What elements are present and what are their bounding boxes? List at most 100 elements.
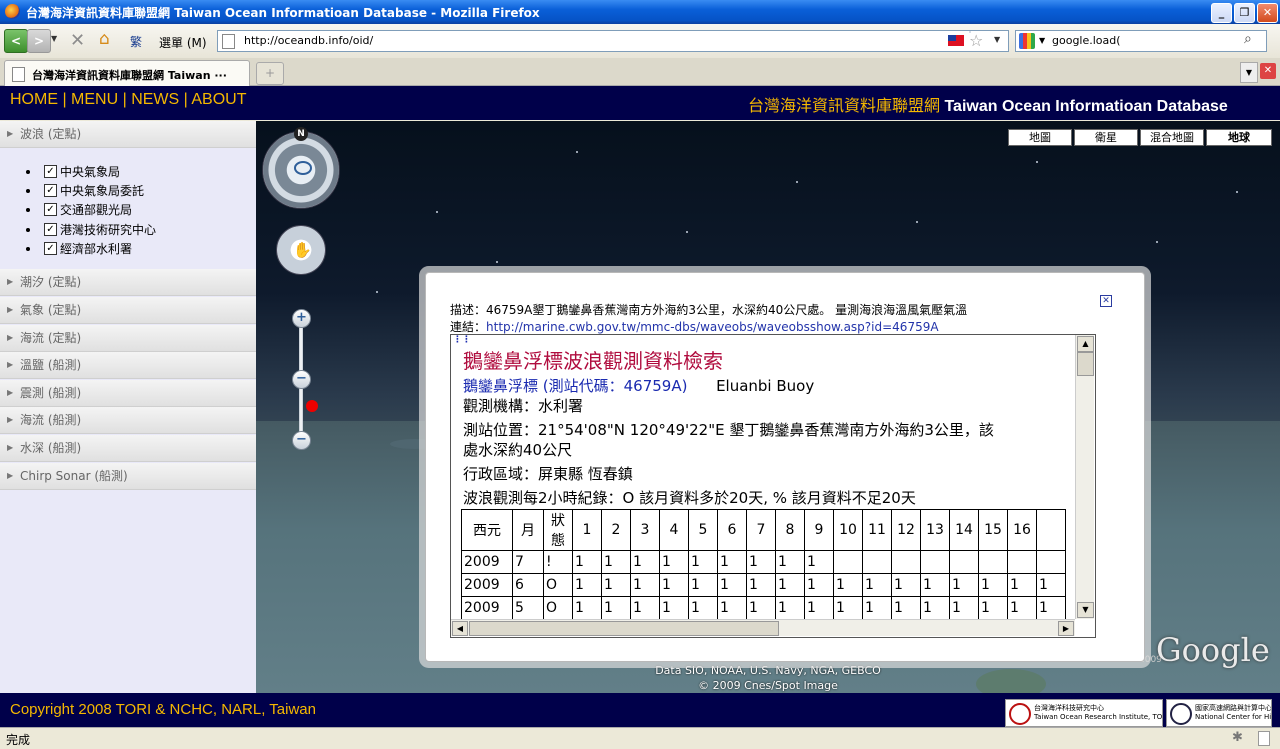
search-icon[interactable]: ⌕ — [1244, 31, 1252, 47]
checkbox[interactable]: ✓ — [44, 223, 57, 236]
nav-separator: | — [118, 91, 132, 108]
tab-oceandb[interactable]: 台灣海洋資訊資料庫聯盟網 Taiwan ··· — [4, 60, 250, 86]
table-cell: 1 — [630, 596, 660, 619]
eye-icon[interactable] — [294, 161, 312, 175]
sidebar-section-tide[interactable]: ▶ 潮汐 (定點) — [0, 269, 256, 296]
scroll-thumb[interactable] — [1077, 352, 1094, 376]
hand-icon[interactable]: ✋ — [293, 241, 312, 259]
credits-line: © 2009 Cnes/Spot Image — [698, 679, 838, 692]
table-header-cell: 2 — [601, 509, 631, 551]
bookmark-star-icon[interactable]: ☆ — [969, 31, 983, 50]
table-cell: 1 — [688, 573, 718, 597]
firefox-icon — [5, 4, 20, 19]
zoom-out-button[interactable]: − — [292, 431, 311, 450]
tab-list-dropdown-icon[interactable]: ▼ — [1240, 62, 1258, 83]
table-cell: 1 — [1007, 596, 1037, 619]
sidebar-section-current[interactable]: ▶ 海流 (定點) — [0, 325, 256, 352]
close-popup-icon[interactable]: ✕ — [1100, 295, 1112, 307]
status-bar: 完成 ✱ — [0, 727, 1280, 749]
tori-logo[interactable]: 台灣海洋科技研究中心 Taiwan Ocean Research Institut… — [1005, 699, 1163, 727]
google-search-engine-icon[interactable] — [1019, 33, 1035, 49]
back-button[interactable]: < — [4, 29, 28, 53]
table-cell: 1 — [891, 573, 921, 597]
search-input[interactable]: google.load( — [1052, 34, 1121, 47]
minimize-button[interactable]: _ — [1211, 3, 1232, 23]
status-text: 完成 — [6, 733, 31, 747]
zoom-in-button[interactable]: + — [292, 309, 311, 328]
station-marker[interactable] — [306, 400, 318, 412]
table-cell: 1 — [1036, 573, 1066, 597]
history-dropdown-icon[interactable]: ▼ — [51, 34, 57, 43]
wave-source-label: 中央氣象局 — [60, 165, 121, 179]
site-title: 台灣海洋資訊資料庫聯盟網 Taiwan Ocean Informatioan D… — [748, 92, 1228, 116]
google-logo[interactable]: Google — [1156, 631, 1270, 669]
scroll-right-icon[interactable]: ▶ — [1058, 621, 1074, 636]
expand-arrow-icon: ▶ — [7, 415, 14, 424]
map-type-hybrid-button[interactable]: 混合地圖 — [1140, 129, 1204, 146]
station-name-en: Eluanbi Buoy — [716, 377, 815, 395]
north-indicator[interactable]: N — [294, 127, 308, 141]
frame-vertical-scrollbar[interactable]: ▲ ▼ — [1075, 335, 1094, 619]
home-icon[interactable]: ⌂ — [99, 29, 110, 49]
table-header-cell: 13 — [920, 509, 950, 551]
table-row: 2009 6 O 1 1 1 1 1 1 1 1 1 1 1 1 1 1 1 1 1 — [461, 573, 1066, 597]
table-cell — [891, 550, 921, 574]
station-link[interactable]: http://marine.cwb.gov.tw/mmc-dbs/waveobs… — [486, 320, 939, 334]
sidebar-section-seismic[interactable]: ▶ 震測 (船測) — [0, 380, 256, 407]
wave-source-label: 港灣技術研究中心 — [60, 223, 157, 237]
table-header-cell: 1 — [572, 509, 602, 551]
url-dropdown-icon[interactable]: ▼ — [994, 35, 1000, 44]
stop-icon[interactable]: ✕ — [70, 30, 85, 51]
close-window-button[interactable]: ✕ — [1257, 3, 1278, 23]
table-cell — [949, 550, 979, 574]
checkbox[interactable]: ✓ — [44, 242, 57, 255]
forward-button[interactable]: > — [27, 29, 51, 53]
embedded-frame[interactable]: ⋮⋮ 鵝鑾鼻浮標波浪觀測資料檢索 鵝鑾鼻浮標 (測站代碼：46759A) Elu… — [450, 334, 1096, 638]
window-title-bar[interactable]: 台灣海洋資訊資料庫聯盟網 Taiwan Ocean Informatioan D… — [0, 0, 1280, 24]
frame-content: ⋮⋮ 鵝鑾鼻浮標波浪觀測資料檢索 鵝鑾鼻浮標 (測站代碼：46759A) Elu… — [451, 335, 1075, 619]
navigation-toolbar: < > ▼ ✕ ⌂ 繁 選單 (M) http://oceandb.info/o… — [0, 24, 1280, 59]
sidebar-section-weather[interactable]: ▶ 氣象 (定點) — [0, 297, 256, 324]
page-status-icon[interactable] — [1258, 731, 1270, 746]
nav-news-link[interactable]: NEWS — [131, 91, 179, 108]
url-input[interactable]: http://oceandb.info/oid/ — [244, 34, 373, 47]
scroll-left-icon[interactable]: ◀ — [452, 621, 468, 636]
table-header-cell: 14 — [949, 509, 979, 551]
nav-home-link[interactable]: HOME — [10, 91, 58, 108]
search-engine-dropdown-icon[interactable]: ▼ — [1039, 36, 1045, 45]
sidebar-section-chirp-sonar[interactable]: ▶ Chirp Sonar (船測) — [0, 463, 256, 490]
close-tab-icon[interactable]: ✕ — [1260, 63, 1276, 79]
map-type-satellite-button[interactable]: 衛星 — [1074, 129, 1138, 146]
checkbox[interactable]: ✓ — [44, 203, 57, 216]
frame-horizontal-scrollbar[interactable]: ◀ ▶ — [451, 619, 1075, 636]
scroll-down-icon[interactable]: ▼ — [1077, 602, 1094, 618]
table-cell: 1 — [572, 550, 602, 574]
nchc-logo[interactable]: 國家高速網路與計算中心National Center for High-perf… — [1166, 699, 1272, 727]
checkbox[interactable]: ✓ — [44, 184, 57, 197]
logo-text: National Center for High-performance Com… — [1195, 713, 1272, 721]
nav-menu-link[interactable]: MENU — [71, 91, 118, 108]
nav-about-link[interactable]: ABOUT — [191, 91, 246, 108]
sidebar-section-depth[interactable]: ▶ 水深 (船測) — [0, 435, 256, 462]
table-cell: 1 — [572, 573, 602, 597]
addon-icon[interactable]: ✱ — [1232, 730, 1243, 745]
sidebar-section-temp-salinity[interactable]: ▶ 溫鹽 (船測) — [0, 352, 256, 379]
table-header-cell: 16 — [1007, 509, 1037, 551]
maximize-button[interactable]: ❐ — [1234, 3, 1255, 23]
zoom-mid-marker[interactable]: − — [292, 370, 311, 389]
url-bar[interactable]: http://oceandb.info/oid/ ☆ ▼ — [217, 30, 1009, 52]
search-box[interactable]: ▼ google.load( ⌕ — [1015, 30, 1267, 52]
scroll-thumb[interactable] — [469, 621, 779, 636]
new-tab-button[interactable]: + — [256, 62, 284, 85]
sidebar-section-wave[interactable]: ▶ 波浪 (定點) — [0, 121, 256, 148]
map-type-earth-button[interactable]: 地球 — [1206, 129, 1272, 146]
table-header-cell: 10 — [833, 509, 863, 551]
station-name-row: 鵝鑾鼻浮標 (測站代碼：46759A) Eluanbi Buoy — [463, 375, 814, 396]
language-button[interactable]: 繁 — [130, 33, 142, 50]
checkbox[interactable]: ✓ — [44, 165, 57, 178]
map-type-map-button[interactable]: 地圖 — [1008, 129, 1072, 146]
menu-button[interactable]: 選單 (M) — [159, 34, 207, 51]
scroll-up-icon[interactable]: ▲ — [1077, 336, 1094, 352]
table-cell: 1 — [717, 573, 747, 597]
sidebar-section-current-ship[interactable]: ▶ 海流 (船測) — [0, 407, 256, 434]
